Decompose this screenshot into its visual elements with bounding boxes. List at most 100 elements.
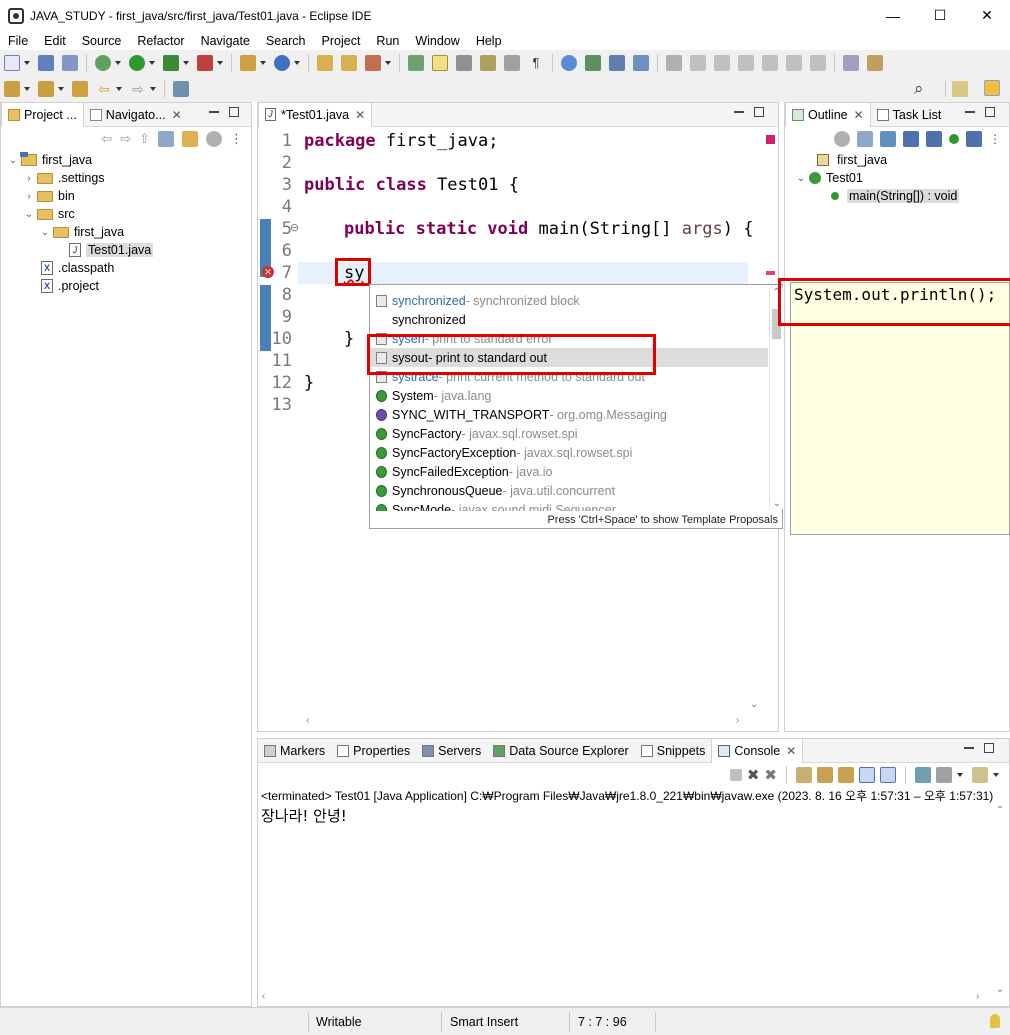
word-wrap-icon[interactable] xyxy=(838,767,854,783)
pin-editor-icon[interactable] xyxy=(173,81,189,97)
outline-item-class[interactable]: ⌄ Test01 xyxy=(785,169,1009,187)
maximize-button[interactable]: ☐ xyxy=(917,0,963,31)
maximize-icon[interactable] xyxy=(985,107,995,117)
run-external-icon[interactable] xyxy=(163,55,179,71)
outline-item-package[interactable]: first_java xyxy=(785,151,1009,169)
tab-navigator[interactable]: Navigato... ✕ xyxy=(84,103,188,127)
save-all-icon[interactable] xyxy=(62,55,78,71)
minimize-icon[interactable] xyxy=(964,747,974,749)
show-stderr-icon[interactable] xyxy=(880,767,896,783)
proposal-item[interactable]: SynchronousQueue - java.util.concurrent xyxy=(370,481,768,500)
focus-icon[interactable] xyxy=(206,131,222,147)
close-icon[interactable]: ✕ xyxy=(786,744,796,758)
new-java-project-icon[interactable] xyxy=(240,55,256,71)
minimize-icon[interactable] xyxy=(965,111,975,113)
scroll-up-icon[interactable]: ⌃ xyxy=(993,805,1007,816)
run-icon[interactable] xyxy=(129,55,145,71)
tab-outline[interactable]: Outline ✕ xyxy=(785,102,871,127)
last-edit-icon[interactable] xyxy=(72,81,88,97)
menu-source[interactable]: Source xyxy=(74,34,130,48)
block-selection-icon[interactable] xyxy=(456,55,472,71)
proposal-item[interactable]: SyncFactory - javax.sql.rowset.spi xyxy=(370,424,768,443)
scroll-down-icon[interactable]: ⌄ xyxy=(750,699,758,710)
tab-snippets[interactable]: Snippets xyxy=(635,739,712,763)
chevron-down-icon[interactable]: ⌄ xyxy=(7,155,19,166)
tab-data-source-explorer[interactable]: Data Source Explorer xyxy=(487,739,635,763)
toggle-mark-icon[interactable] xyxy=(408,55,424,71)
tree-item-settings[interactable]: › .settings xyxy=(1,169,251,187)
chevron-right-icon[interactable]: › xyxy=(23,191,35,202)
close-button[interactable]: ✕ xyxy=(964,0,1010,31)
menu-navigate[interactable]: Navigate xyxy=(193,34,258,48)
new-icon[interactable] xyxy=(4,55,20,71)
proposal-item[interactable]: synchronized xyxy=(370,310,768,329)
scroll-left-icon[interactable]: ‹ xyxy=(262,991,265,1002)
back-icon[interactable]: ⇦ xyxy=(96,81,112,97)
proposal-item[interactable]: SyncFailedException - java.io xyxy=(370,462,768,481)
collapse-all-icon[interactable] xyxy=(158,131,174,147)
open-type-icon[interactable] xyxy=(317,55,333,71)
tab-project-explorer[interactable]: Project ... xyxy=(1,102,84,127)
hide-local-types-icon[interactable] xyxy=(966,131,982,147)
tree-item-test01-java[interactable]: J Test01.java xyxy=(1,241,251,259)
console-scrollbar[interactable]: ⌃ ⌄ xyxy=(993,805,1007,995)
maximize-icon[interactable] xyxy=(229,107,239,117)
proposal-item[interactable]: SyncMode - javax.sound.midi.Sequencer xyxy=(370,500,768,511)
close-icon[interactable]: ✕ xyxy=(172,108,182,122)
proposal-item[interactable]: synchronized - synchronized block xyxy=(370,291,768,310)
tree-item-src[interactable]: ⌄ src xyxy=(1,205,251,223)
open-perspective-icon[interactable] xyxy=(952,81,968,97)
proposal-item[interactable]: SyncFactoryException - javax.sql.rowset.… xyxy=(370,443,768,462)
chevron-right-icon[interactable]: › xyxy=(23,173,35,184)
new-class-icon[interactable] xyxy=(274,55,290,71)
focus-icon[interactable] xyxy=(834,131,850,147)
pin-icon[interactable] xyxy=(633,55,649,71)
hide-static-icon[interactable] xyxy=(926,131,942,147)
java-perspective-icon[interactable] xyxy=(984,80,1000,96)
open-console-icon[interactable] xyxy=(972,767,988,783)
forward-icon[interactable]: ⇨ xyxy=(120,131,131,147)
run-last-icon[interactable] xyxy=(585,55,601,71)
menu-help[interactable]: Help xyxy=(468,34,510,48)
tab-markers[interactable]: Markers xyxy=(258,739,331,763)
menu-run[interactable]: Run xyxy=(368,34,407,48)
save-icon[interactable] xyxy=(38,55,54,71)
chevron-down-icon[interactable]: ⌄ xyxy=(23,209,35,220)
chevron-down-icon[interactable]: ⌄ xyxy=(795,173,807,184)
error-overview-marker[interactable] xyxy=(766,271,775,275)
highlight-icon[interactable] xyxy=(432,55,448,71)
word-wrap-icon[interactable] xyxy=(480,55,496,71)
link-editor-icon[interactable] xyxy=(182,131,198,147)
tree-item-classpath[interactable]: X .classpath xyxy=(1,259,251,277)
scroll-down-icon[interactable]: ⌄ xyxy=(993,984,1007,995)
tree-item-project[interactable]: X .project xyxy=(1,277,251,295)
notification-icon[interactable] xyxy=(990,1014,1000,1028)
tree-item-package[interactable]: ⌄ first_java xyxy=(1,223,251,241)
scroll-lock-icon[interactable] xyxy=(817,767,833,783)
search-tool-icon[interactable] xyxy=(365,55,381,71)
menu-search[interactable]: Search xyxy=(258,34,314,48)
back-icon[interactable]: ⇦ xyxy=(101,131,112,147)
close-icon[interactable]: ✕ xyxy=(854,108,864,122)
proposal-item[interactable]: System - java.lang xyxy=(370,386,768,405)
debug-icon[interactable] xyxy=(95,55,111,71)
proposal-item[interactable]: SYNC_WITH_TRANSPORT - org.omg.Messaging xyxy=(370,405,768,424)
tab-console[interactable]: Console ✕ xyxy=(711,738,804,763)
menu-window[interactable]: Window xyxy=(407,34,467,48)
suspend-icon[interactable] xyxy=(690,55,706,71)
step-into-icon[interactable] xyxy=(762,55,778,71)
clear-console-icon[interactable] xyxy=(796,767,812,783)
step-over-icon[interactable] xyxy=(786,55,802,71)
terminate-icon[interactable] xyxy=(714,55,730,71)
scroll-right-icon[interactable]: › xyxy=(736,715,739,726)
maximize-icon[interactable] xyxy=(984,743,994,753)
scroll-right-icon[interactable]: › xyxy=(976,991,979,1002)
web-browser-icon[interactable] xyxy=(561,55,577,71)
next-annotation-icon[interactable] xyxy=(4,81,20,97)
collapse-all-icon[interactable] xyxy=(857,131,873,147)
show-stdout-icon[interactable] xyxy=(859,767,875,783)
disconnect-icon[interactable] xyxy=(738,55,754,71)
scroll-down-icon[interactable]: ⌄ xyxy=(770,498,784,509)
tab-properties[interactable]: Properties xyxy=(331,739,416,763)
tree-item-first_java[interactable]: ⌄ first_java xyxy=(1,151,251,169)
